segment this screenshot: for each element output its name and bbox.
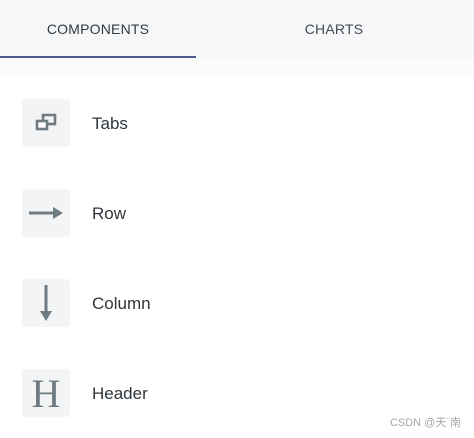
- arrow-down-icon: [22, 279, 70, 327]
- tab-components-label: COMPONENTS: [46, 21, 150, 37]
- svg-text:H: H: [32, 374, 61, 412]
- list-item-label: Row: [92, 204, 127, 223]
- tab-bar: COMPONENTS CHARTS: [0, 0, 474, 58]
- list-item-row[interactable]: Row: [0, 168, 474, 248]
- list-item-label: Tabs: [92, 114, 128, 133]
- header-icon: H: [22, 369, 70, 417]
- watermark: CSDN @天˙南: [389, 417, 461, 429]
- tab-charts[interactable]: CHARTS: [196, 0, 472, 58]
- tab-components[interactable]: COMPONENTS: [0, 0, 196, 58]
- list-item-label: Column: [92, 294, 151, 313]
- tab-charts-label: CHARTS: [304, 21, 364, 37]
- arrow-right-icon: [22, 189, 70, 237]
- list-item-column[interactable]: Column: [0, 258, 474, 338]
- component-panel: COMPONENTS CHARTS Tabs Row Column H Head…: [0, 0, 474, 438]
- tab-bar-divider: [0, 58, 474, 78]
- list-item-label: Header: [92, 384, 148, 403]
- list-item-tabs[interactable]: Tabs: [0, 78, 474, 158]
- tabs-icon: [22, 99, 70, 147]
